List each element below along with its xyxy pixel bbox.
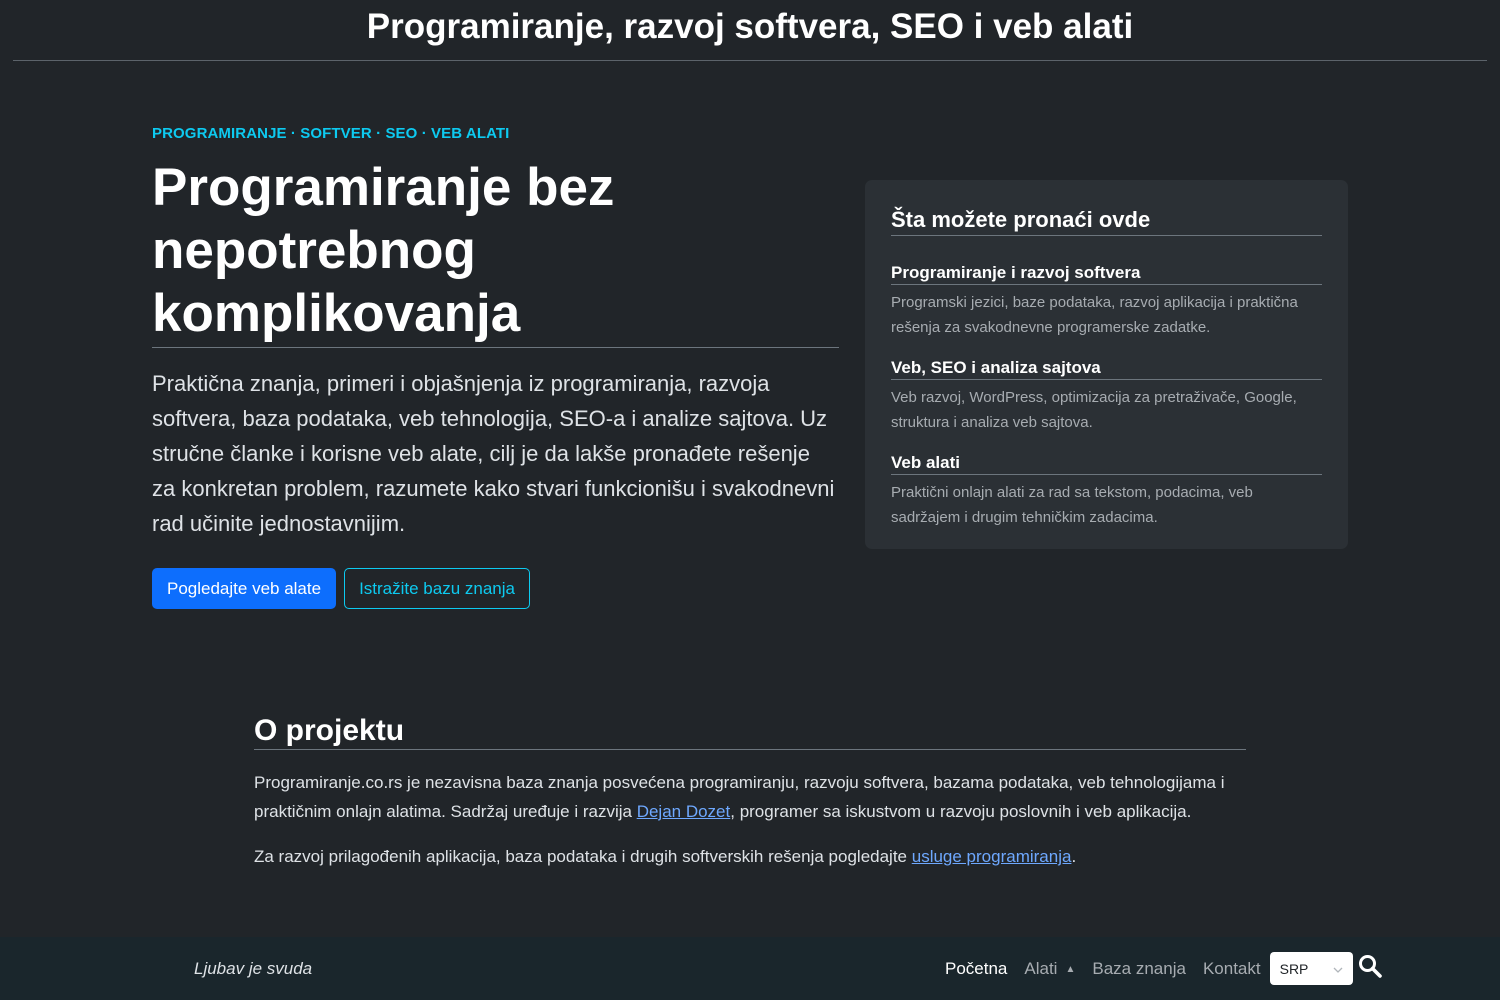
hero-section: PROGRAMIRANJE · SOFTVER · SEO · VEB ALAT… xyxy=(152,125,839,609)
card-section-web-seo: Veb, SEO i analiza sajtova Veb razvoj, W… xyxy=(891,358,1322,435)
language-select[interactable]: SRP xyxy=(1269,952,1353,985)
author-link[interactable]: Dejan Dozet xyxy=(637,802,731,821)
site-title: Programiranje, razvoj softvera, SEO i ve… xyxy=(366,7,1134,46)
services-text: Za razvoj prilagođenih aplikacija, baza … xyxy=(254,847,912,866)
nav-knowledge-base[interactable]: Baza znanja xyxy=(1092,959,1186,979)
card-section-text: Veb razvoj, WordPress, optimizacija za p… xyxy=(891,389,1297,431)
search-icon xyxy=(1358,954,1382,983)
card-section-text: Praktični onlajn alati za rad sa tekstom… xyxy=(891,484,1253,526)
card-section-web-tools: Veb alati Praktični onlajn alati za rad … xyxy=(891,453,1322,530)
card-section-title: Programiranje i razvoj softvera xyxy=(891,263,1322,285)
view-tools-button[interactable]: Pogledajte veb alate xyxy=(152,568,337,609)
about-text: , programer sa iskustvom u razvoju poslo… xyxy=(730,802,1192,821)
hero-buttons: Pogledajte veb alate Istražite bazu znan… xyxy=(152,568,839,609)
services-link[interactable]: usluge programiranja xyxy=(912,847,1072,866)
nav-tools-dropdown[interactable]: Alati ▲ xyxy=(1024,959,1075,979)
services-paragraph: Za razvoj prilagođenih aplikacija, baza … xyxy=(254,842,1246,871)
card-section-programming: Programiranje i razvoj softvera Programs… xyxy=(891,263,1322,340)
search-button[interactable] xyxy=(1357,954,1383,983)
about-section: O projektu Programiranje.co.rs je nezavi… xyxy=(254,714,1246,871)
site-header: Programiranje, razvoj softvera, SEO i ve… xyxy=(13,0,1487,61)
hero-heading: Programiranje bez nepotrebnog komplikova… xyxy=(152,156,839,348)
about-paragraph: Programiranje.co.rs je nezavisna baza zn… xyxy=(254,768,1246,826)
main-nav: Početna Alati ▲ Baza znanja Kontakt SRP xyxy=(945,937,1383,1000)
services-text: . xyxy=(1071,847,1077,866)
about-title: O projektu xyxy=(254,714,1246,750)
hero-eyebrow: PROGRAMIRANJE · SOFTVER · SEO · VEB ALAT… xyxy=(152,125,510,142)
info-card: Šta možete pronaći ovde Programiranje i … xyxy=(865,180,1348,549)
caret-up-icon: ▲ xyxy=(1065,963,1076,975)
card-section-title: Veb alati xyxy=(891,453,1322,475)
chevron-down-icon xyxy=(1333,962,1343,976)
nav-tools-label: Alati xyxy=(1024,958,1058,978)
hero-lead: Praktična znanja, primeri i objašnjenja … xyxy=(152,371,835,536)
language-value: SRP xyxy=(1279,960,1309,977)
nav-contact[interactable]: Kontakt xyxy=(1203,959,1261,979)
card-section-title: Veb, SEO i analiza sajtova xyxy=(891,358,1322,380)
card-title: Šta možete pronaći ovde xyxy=(891,207,1322,236)
card-section-text: Programski jezici, baze podataka, razvoj… xyxy=(891,294,1298,336)
explore-knowledge-button[interactable]: Istražite bazu znanja xyxy=(344,568,530,609)
tagline: Ljubav je svuda xyxy=(194,959,313,978)
bottom-navbar: Ljubav je svuda Početna Alati ▲ Baza znan… xyxy=(0,937,1500,1000)
nav-home[interactable]: Početna xyxy=(945,959,1007,979)
